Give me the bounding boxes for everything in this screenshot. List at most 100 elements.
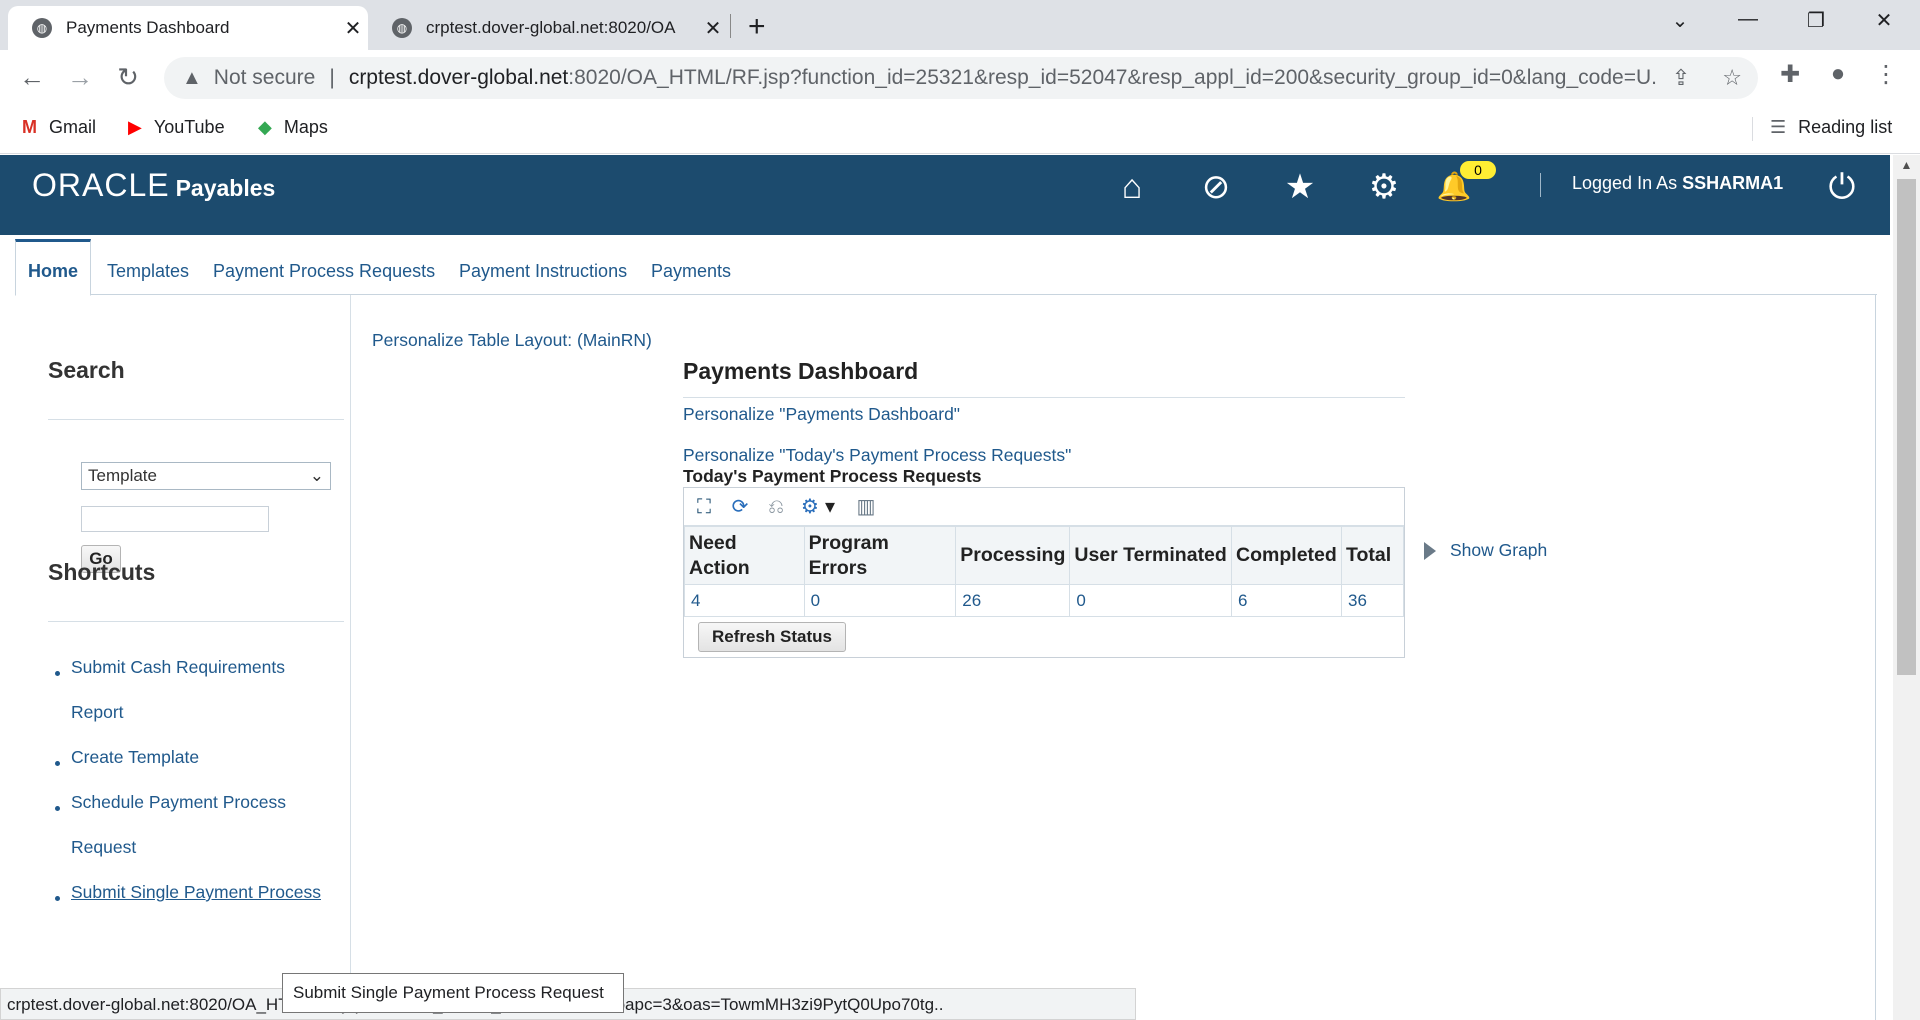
table-header-row: Need Action Program Errors Processing User… (684, 526, 1404, 585)
cell-processing[interactable]: 26 (955, 584, 1071, 617)
shortcut-submit-single-payment[interactable]: Submit Single Payment Process (71, 870, 321, 915)
browser-tab-payments-dashboard[interactable]: ◍ Payments Dashboard ✕ (8, 6, 368, 50)
column-header-program-errors[interactable]: Program Errors (803, 526, 957, 585)
search-type-select[interactable]: Template ⌄ (81, 462, 331, 490)
tab-home[interactable]: Home (15, 239, 92, 296)
personalize-dashboard-link[interactable]: Personalize "Payments Dashboard" (683, 404, 960, 425)
new-tab-button[interactable]: + (748, 10, 766, 44)
refresh-icon[interactable]: ⟳ (728, 495, 752, 519)
globe-icon: ◍ (32, 18, 52, 38)
personalize-requests-link[interactable]: Personalize "Today's Payment Process Req… (683, 445, 1071, 466)
close-window-button[interactable]: ✕ (1864, 8, 1904, 33)
share-icon[interactable]: ⇪ (1672, 65, 1690, 91)
logged-in-label: Logged In As (1572, 173, 1678, 193)
cell-user-terminated[interactable]: 0 (1069, 584, 1233, 617)
shortcut-submit-cash-requirements[interactable]: Submit Cash Requirements Report (71, 645, 285, 735)
reading-list-button[interactable]: ☰ Reading list (1770, 117, 1892, 138)
url-rest: :8020/OA_HTML/RF.jsp?function_id=25321&r… (568, 66, 1656, 89)
refresh-status-button[interactable]: Refresh Status (698, 622, 846, 652)
search-divider (48, 419, 344, 420)
list-bullet (55, 896, 60, 901)
address-bar[interactable]: ▲ Not secure | crptest.dover-global.net:… (164, 57, 1758, 99)
personalize-table-layout-link[interactable]: Personalize Table Layout: (MainRN) (372, 330, 652, 351)
sidebar: Search Template ⌄ Go Shortcuts Submit Ca… (15, 295, 351, 1020)
forward-icon[interactable]: → (62, 62, 98, 93)
page-content: Home Templates Payment Process Requests … (15, 235, 1885, 1020)
gmail-icon: M (22, 117, 37, 137)
bookmark-label: YouTube (153, 117, 225, 137)
logout-power-icon[interactable]: ⏻ (1820, 165, 1864, 209)
cell-need-action[interactable]: 4 (684, 584, 805, 617)
detach-icon[interactable]: ⛶ (692, 495, 716, 519)
warning-icon[interactable]: ▲ (182, 67, 202, 90)
bookmark-label: Gmail (49, 117, 97, 137)
extensions-icon[interactable]: ✚ (1772, 60, 1808, 89)
header-divider (1540, 173, 1541, 197)
tab-payments[interactable]: Payments (651, 261, 731, 282)
oracle-logo[interactable]: ORACLE Payables (32, 167, 275, 204)
restore-button[interactable]: ❐ (1796, 8, 1836, 33)
shortcut-label: Submit Single Payment Process (71, 882, 321, 902)
title-divider (683, 397, 1405, 398)
reload-icon[interactable]: ↻ (110, 62, 146, 93)
search-input[interactable] (81, 506, 269, 532)
browser-tab-crptest[interactable]: ◍ crptest.dover-global.net:8020/OA ✕ (368, 6, 728, 50)
bookmark-maps[interactable]: ◆ Maps (258, 117, 328, 138)
page-title: Payments Dashboard (683, 358, 919, 384)
columns-icon[interactable]: ▥ (854, 495, 878, 519)
tab-templates[interactable]: Templates (107, 261, 189, 282)
vertical-scrollbar[interactable]: ▲ (1893, 155, 1920, 1020)
column-header-processing[interactable]: Processing (955, 526, 1071, 585)
bookmark-star-icon[interactable]: ☆ (1722, 65, 1742, 91)
header-line: Need (689, 531, 737, 554)
select-value: Template (88, 466, 157, 485)
show-graph-toggle[interactable]: Show Graph (1424, 540, 1547, 561)
browser-menu-icon[interactable]: ⋮ (1868, 60, 1904, 89)
expand-triangle-icon (1424, 541, 1436, 560)
shortcut-label: Create Template (71, 747, 200, 767)
favorites-star-icon[interactable]: ★ (1278, 165, 1322, 209)
column-header-total[interactable]: Total (1341, 526, 1404, 585)
url-text[interactable]: crptest.dover-global.net:8020/OA_HTML/RF… (349, 66, 1656, 90)
oracle-wordmark: ORACLE (32, 167, 170, 203)
bookmarks-divider (1752, 117, 1753, 141)
column-header-need-action[interactable]: Need Action (684, 526, 805, 585)
bookmarks-bar: M Gmail ▶ YouTube ◆ Maps ☰ Reading list (0, 104, 1920, 154)
back-icon[interactable]: ← (14, 62, 50, 93)
scrollbar-thumb[interactable] (1897, 179, 1916, 675)
oracle-tab-bar: Home Templates Payment Process Requests … (15, 239, 1877, 296)
shortcut-label-cont: Report (71, 702, 124, 722)
close-tab-icon[interactable]: ✕ (338, 16, 368, 41)
column-header-user-terminated[interactable]: User Terminated (1069, 526, 1233, 585)
tab-search-icon[interactable]: ⌄ (1660, 8, 1700, 33)
reading-list-label: Reading list (1798, 117, 1893, 137)
tab-divider (730, 14, 731, 38)
chevron-down-icon: ⌄ (309, 466, 324, 485)
shortcut-label-cont: Request (71, 837, 137, 857)
bookmark-youtube[interactable]: ▶ YouTube (128, 117, 225, 138)
cell-completed[interactable]: 6 (1231, 584, 1343, 617)
scroll-up-arrow-icon[interactable]: ▲ (1893, 155, 1920, 175)
shortcut-create-template[interactable]: Create Template (71, 735, 199, 780)
notification-count-badge: 0 (1460, 161, 1496, 179)
minimize-button[interactable]: — (1728, 8, 1768, 31)
maps-icon: ◆ (258, 117, 272, 137)
home-icon[interactable]: ⌂ (1110, 165, 1154, 209)
freeze-icon[interactable]: ⎌ (764, 495, 788, 519)
list-bullet (55, 806, 60, 811)
browser-tab-bar: ◍ Payments Dashboard ✕ ◍ crptest.dover-g… (0, 0, 1920, 50)
cell-program-errors[interactable]: 0 (803, 584, 957, 617)
column-header-completed[interactable]: Completed (1231, 526, 1343, 585)
recent-icon[interactable]: ⊘ (1194, 165, 1238, 209)
profile-icon[interactable]: ● (1820, 60, 1856, 88)
bookmark-gmail[interactable]: M Gmail (22, 117, 96, 138)
shortcut-schedule-payment-process[interactable]: Schedule Payment Process Request (71, 780, 286, 870)
not-secure-label[interactable]: Not secure (214, 66, 316, 90)
tab-payment-process-requests[interactable]: Payment Process Requests (213, 261, 435, 282)
tab-payment-instructions[interactable]: Payment Instructions (459, 261, 627, 282)
settings-gear-icon[interactable]: ⚙ (1362, 165, 1406, 209)
dropdown-arrow-icon[interactable]: ▾ (818, 495, 842, 519)
shortcut-label: Submit Cash Requirements (71, 657, 285, 677)
close-tab-icon[interactable]: ✕ (698, 16, 728, 41)
app-name: Payables (175, 175, 276, 201)
